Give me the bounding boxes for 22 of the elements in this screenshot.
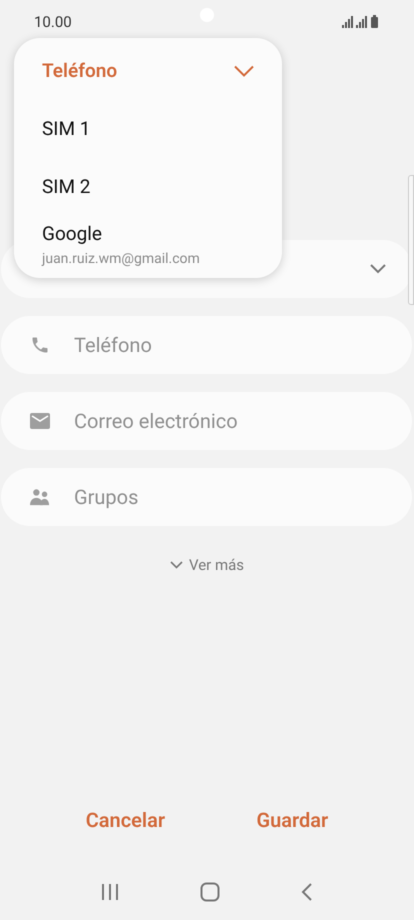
status-icons <box>342 15 380 29</box>
menu-item[interactable]: SIM 2 <box>14 158 282 216</box>
chevron-down-icon <box>370 264 386 274</box>
see-more-link[interactable]: Ver más <box>170 554 244 576</box>
menu-item[interactable]: SIM 1 <box>14 100 282 158</box>
envelope-icon <box>30 413 50 429</box>
input-field[interactable]: Grupos <box>1 468 412 526</box>
input-field[interactable]: Teléfono <box>1 316 412 374</box>
people-icon <box>30 488 50 506</box>
status-time: 10.00 <box>34 12 72 33</box>
account-email: juan.ruiz.wm@gmail.com <box>42 250 200 269</box>
recent-apps-icon[interactable] <box>100 882 119 900</box>
home-icon[interactable] <box>200 882 220 902</box>
menu-item[interactable]: Teléfono <box>14 42 282 100</box>
input-field[interactable]: Correo electrónico <box>1 392 412 450</box>
save-button[interactable]: Guardar <box>248 805 336 835</box>
chevron-down-icon <box>170 561 183 570</box>
check-icon <box>234 64 254 78</box>
cancel-button[interactable]: Cancelar <box>78 805 174 835</box>
back-icon[interactable] <box>301 882 314 900</box>
phone-icon <box>30 335 50 355</box>
menu-item[interactable]: Google juan.ruiz.wm@gmail.com <box>14 216 282 274</box>
